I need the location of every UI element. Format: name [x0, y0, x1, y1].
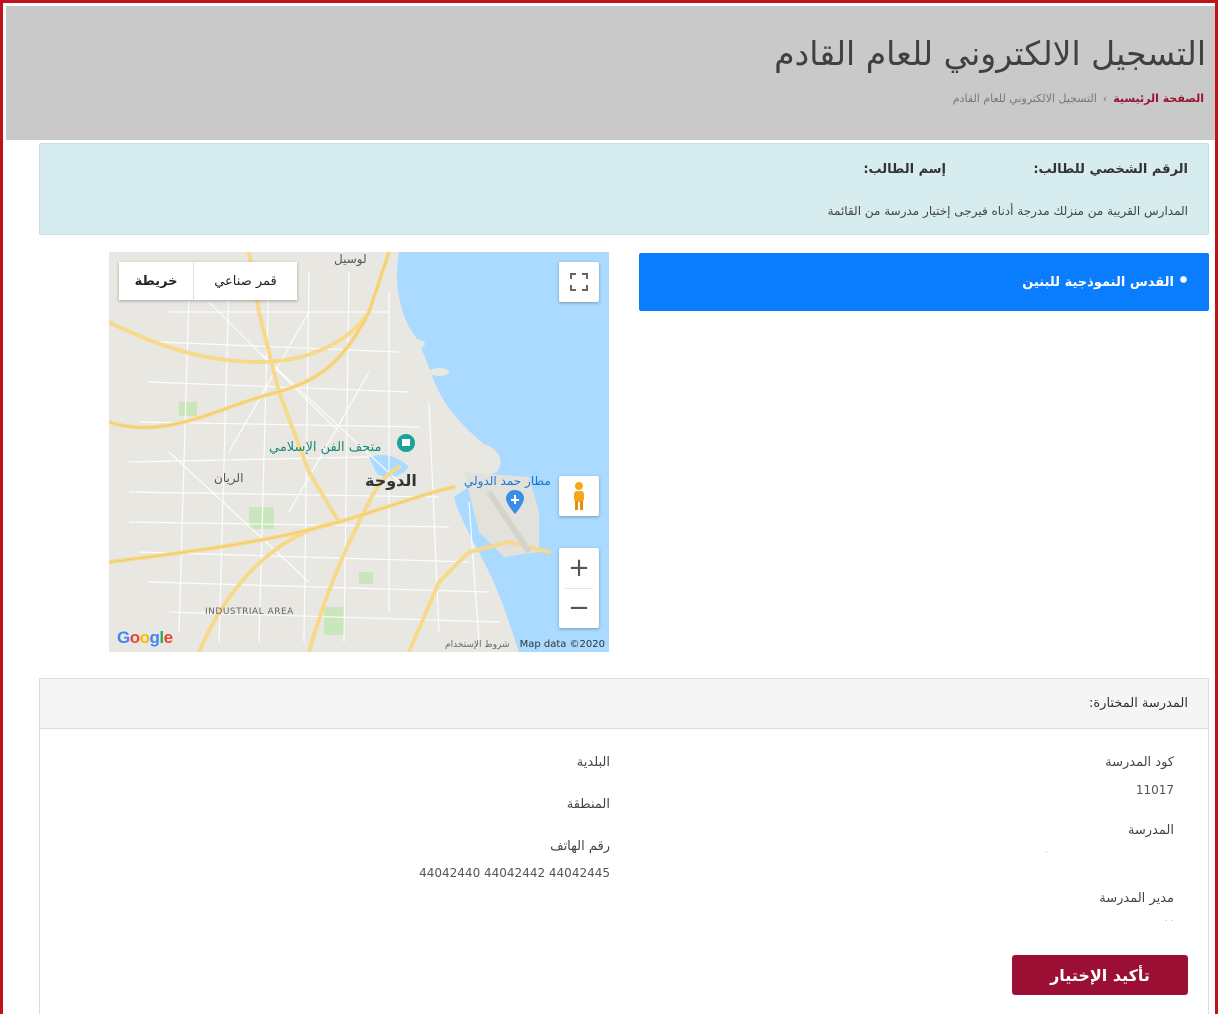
radio-selected-icon[interactable]	[1180, 275, 1187, 283]
map-label-doha: الدوحة	[365, 471, 417, 490]
school-code-label: كود المدرسة	[1105, 755, 1174, 770]
student-info-box: الرقم الشخصي للطالب: إسم الطالب: المدارس…	[39, 143, 1209, 235]
map-type-map-button[interactable]: خريطة	[119, 262, 193, 300]
map-label-museum: متحف الفن الإسلامي	[269, 440, 382, 455]
map-data-credit: Map data ©2020	[519, 639, 605, 650]
selected-school-panel: المدرسة المختارة: كود المدرسة 11017 المد…	[39, 678, 1209, 1014]
area-label: المنطقة	[566, 797, 610, 812]
page-header: التسجيل الالكتروني للعام القادم الصفحة ا…	[6, 6, 1215, 140]
school-name-label: المدرسة	[1127, 823, 1174, 838]
map-label-lusail: لوسيل	[334, 252, 367, 266]
breadcrumb-current: التسجيل الالكتروني للعام القادم	[952, 92, 1097, 105]
school-name-value-placeholder: .	[1044, 845, 1048, 856]
page-frame: التسجيل الالكتروني للعام القادم الصفحة ا…	[0, 0, 1218, 1014]
zoom-in-button[interactable]: +	[559, 548, 599, 588]
map-type-toggle: قمر صناعي خريطة	[119, 262, 297, 300]
breadcrumb: الصفحة الرئيسية › التسجيل الالكتروني للع…	[953, 92, 1204, 105]
page-title: التسجيل الالكتروني للعام القادم	[774, 34, 1206, 73]
map-label-airport: مطار حمد الدولي	[464, 474, 551, 488]
school-option-alquds[interactable]: القدس النموذجية للبنين	[639, 253, 1209, 311]
nearby-schools-note: المدارس القريبة من منزلك مدرجة أدناه فير…	[827, 204, 1188, 218]
breadcrumb-home-link[interactable]: الصفحة الرئيسية	[1113, 92, 1204, 105]
map-footer: شروط الإستخدام Map data ©2020	[445, 639, 605, 650]
map-terms-link[interactable]: شروط الإستخدام	[445, 640, 510, 650]
map-label-rayyan: الريان	[214, 471, 244, 485]
map-type-satellite-button[interactable]: قمر صناعي	[193, 262, 297, 300]
selected-school-heading: المدرسة المختارة:	[40, 679, 1208, 729]
school-map[interactable]: لوسيل متحف الفن الإسلامي الدوحة الريان م…	[109, 252, 609, 652]
student-name-label: إسم الطالب:	[863, 162, 946, 177]
school-option-label: القدس النموذجية للبنين	[1022, 274, 1174, 290]
phone-value: 44042440 44042442 44042445	[419, 866, 610, 880]
phone-label: رقم الهاتف	[550, 839, 610, 854]
municipality-label: البلدية	[576, 755, 610, 770]
confirm-selection-button[interactable]: تأكيد الإختيار	[1012, 955, 1188, 995]
fullscreen-icon	[570, 273, 588, 291]
zoom-controls: + −	[559, 548, 599, 628]
school-code-value: 11017	[1135, 783, 1174, 797]
student-id-label: الرقم الشخصي للطالب:	[1033, 162, 1188, 177]
breadcrumb-separator-icon: ›	[1102, 92, 1108, 105]
school-principal-value-placeholder: . .	[1164, 913, 1174, 924]
zoom-out-button[interactable]: −	[559, 589, 599, 629]
pegman-icon	[574, 482, 584, 510]
street-view-pegman-button[interactable]	[559, 476, 599, 516]
google-logo: Google	[117, 628, 173, 647]
map-label-industrial-area: INDUSTRIAL AREA	[205, 607, 294, 617]
school-principal-label: مدير المدرسة	[1099, 891, 1174, 906]
fullscreen-button[interactable]	[559, 262, 599, 302]
